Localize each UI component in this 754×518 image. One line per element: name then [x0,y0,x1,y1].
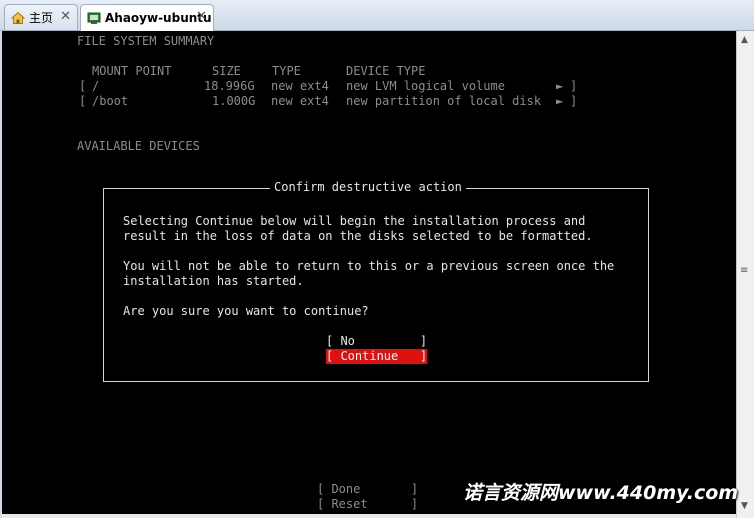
tab-home[interactable]: 主页 ✕ [4,4,78,30]
dialog-text-line: Selecting Continue below will begin the … [123,214,586,228]
row-size: 18.996G [204,79,255,93]
summary-heading: FILE SYSTEM SUMMARY [77,34,215,48]
dialog-title: Confirm destructive action [270,180,466,195]
watermark: 诺言资源网www.440my.com [463,482,739,504]
tab-bar: 主页 ✕ Ahaoyw-ubuntu ✕ [0,0,754,31]
row-mount: /boot [92,94,129,108]
scroll-up-icon[interactable]: ▲ [741,35,748,45]
vm-icon [87,12,101,24]
tab-vm[interactable]: Ahaoyw-ubuntu ✕ [80,4,214,31]
no-button[interactable]: [ No ] [326,334,427,349]
close-icon[interactable]: ✕ [60,9,71,24]
scroll-grip-icon[interactable]: ≡ [740,265,748,276]
col-size: SIZE [212,64,241,78]
row-bracket-close: ] [570,94,578,108]
row-mount: / [92,79,100,93]
col-mount-point: MOUNT POINT [92,64,172,78]
dialog-question: Are you sure you want to continue? [123,304,369,318]
horizontal-scrollbar[interactable] [2,514,736,518]
reset-button[interactable]: [ Reset ] [317,497,418,512]
vertical-scrollbar[interactable]: ▲ ≡ ▼ [736,31,754,518]
row-type: new ext4 [271,79,329,93]
done-button[interactable]: [ Done ] [317,482,418,497]
col-type: TYPE [272,64,301,78]
continue-button[interactable]: [ Continue ] [326,349,428,364]
row-arrow-icon[interactable]: ► [556,79,563,94]
scroll-down-icon[interactable]: ▼ [741,501,748,511]
vm-console[interactable]: FILE SYSTEM SUMMARY MOUNT POINT SIZE TYP… [2,31,736,518]
confirm-dialog: Confirm destructive action Selecting Con… [103,180,649,382]
col-device-type: DEVICE TYPE [346,64,426,78]
row-bracket-close: ] [570,79,578,93]
home-icon [11,11,25,24]
close-icon[interactable]: ✕ [196,9,207,24]
dialog-text-line: You will not be able to return to this o… [123,259,615,273]
dialog-text-line: result in the loss of data on the disks … [123,229,593,243]
row-bracket-open: [ [79,79,87,93]
dialog-text-line: installation has started. [123,274,304,288]
row-device: new partition of local disk [346,94,542,108]
available-devices-heading: AVAILABLE DEVICES [77,139,200,153]
row-bracket-open: [ [79,94,87,108]
tab-home-label: 主页 [29,11,54,25]
row-size: 1.000G [212,94,256,108]
row-type: new ext4 [271,94,329,108]
row-device: new LVM logical volume [346,79,505,93]
row-arrow-icon[interactable]: ► [556,94,563,109]
